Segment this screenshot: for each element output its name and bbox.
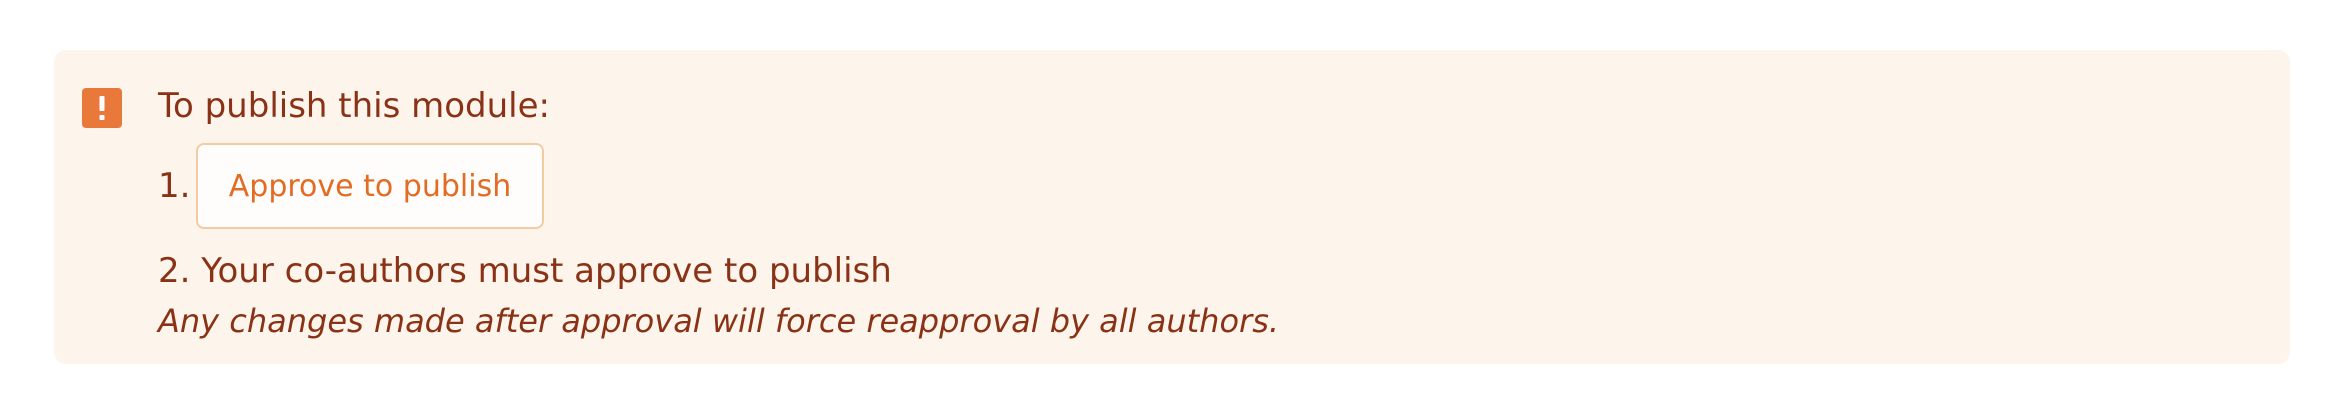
step-coauthors-approve: 2. Your co-authors must approve to publi…: [158, 251, 892, 291]
warning-exclamation-icon: [82, 88, 122, 128]
reapproval-note: Any changes made after approval will for…: [158, 302, 1280, 340]
notice-content: To publish this module: 1. Approve to pu…: [158, 84, 1279, 342]
notice-title: To publish this module:: [158, 86, 550, 126]
publish-requirements-notice: To publish this module: 1. Approve to pu…: [54, 50, 2290, 364]
step-approve: 1. Approve to publish: [158, 143, 1279, 229]
step-number: 1.: [158, 166, 191, 206]
approve-to-publish-button[interactable]: Approve to publish: [196, 143, 544, 229]
